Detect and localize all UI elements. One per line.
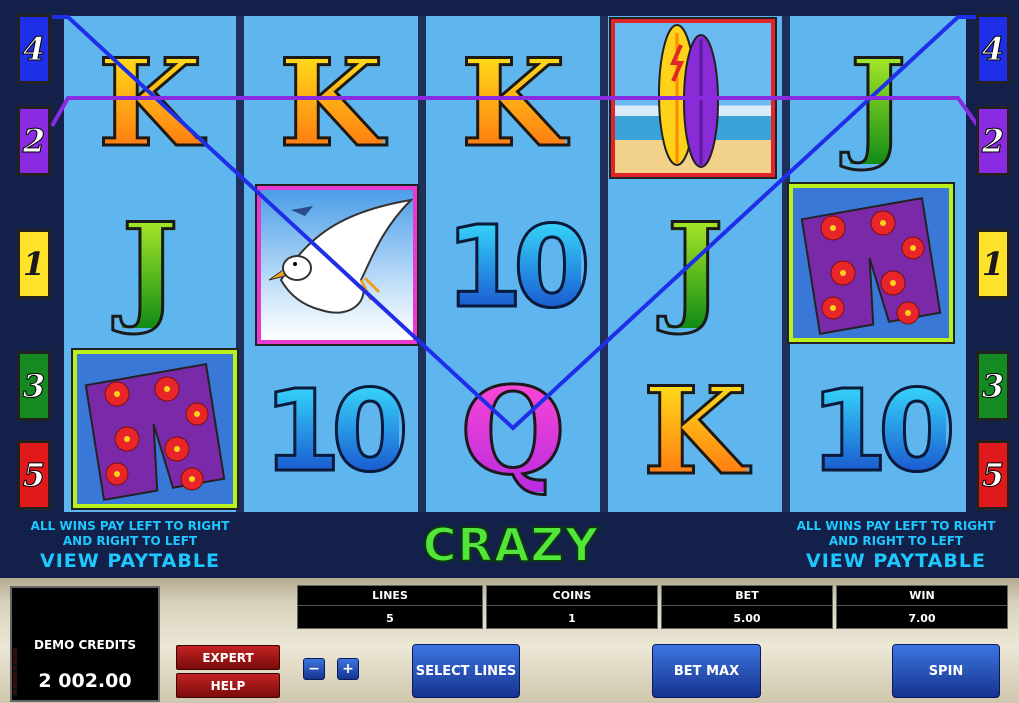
rules-right-line2: AND RIGHT TO LEFT [828,534,964,548]
rules-right-line1: ALL WINS PAY LEFT TO RIGHT [796,519,996,533]
coins-value: 1 [568,612,576,625]
payline-badge-left-3[interactable]: 3 [17,351,51,421]
lines-value: 5 [386,612,394,625]
win-value: 7.00 [908,612,936,625]
expert-button[interactable]: EXPERT [176,645,280,670]
coins-display: COINS 1 [486,585,658,629]
payline-badge-right-3[interactable]: 3 [976,351,1010,421]
payline-badge-right-5[interactable]: 5 [976,440,1010,510]
payline-badge-right-1[interactable]: 1 [976,229,1010,299]
winning-paylines [50,15,980,431]
rules-right: ALL WINS PAY LEFT TO RIGHT AND RIGHT TO … [776,519,1016,573]
rules-left: ALL WINS PAY LEFT TO RIGHT AND RIGHT TO … [10,519,250,573]
view-paytable-right-link[interactable]: VIEW PAYTABLE [776,549,1016,573]
help-button[interactable]: HELP [176,673,280,698]
spin-button[interactable]: SPIN [892,644,1000,698]
payline-badge-right-4[interactable]: 4 [976,14,1010,84]
lines-separator [298,605,482,606]
credits-label: DEMO CREDITS [34,638,136,652]
payline-badge-left-2[interactable]: 2 [17,106,51,176]
led-indicator [13,648,17,696]
payline-badge-left-5[interactable]: 5 [17,440,51,510]
bet-label: BET [735,589,759,602]
credits-value: 2 002.00 [38,670,132,692]
rules-left-line2: AND RIGHT TO LEFT [62,534,198,548]
game-area: K K K J J 10 J 10 Q K 10 4 2 1 3 5 4 2 1… [0,0,1019,627]
select-lines-button[interactable]: SELECT LINES [412,644,520,698]
coins-separator [487,605,657,606]
payline-4 [52,15,978,431]
lines-display: LINES 5 [297,585,483,629]
bet-value: 5.00 [733,612,761,625]
win-label: WIN [909,589,935,602]
plus-button[interactable]: + [337,658,359,680]
payline-2 [50,96,980,128]
lines-label: LINES [372,589,408,602]
rules-left-line1: ALL WINS PAY LEFT TO RIGHT [30,519,230,533]
win-display: WIN 7.00 [836,585,1008,629]
payline-badge-left-1[interactable]: 1 [17,229,51,299]
coins-label: COINS [552,589,592,602]
win-separator [837,605,1007,606]
bet-max-button[interactable]: BET MAX [652,644,761,698]
payline-badge-left-4[interactable]: 4 [17,14,51,84]
minus-button[interactable]: − [303,658,325,680]
credits-display: DEMO CREDITS 2 002.00 [10,586,160,702]
view-paytable-left-link[interactable]: VIEW PAYTABLE [10,549,250,573]
payline-badge-right-2[interactable]: 2 [976,106,1010,176]
bet-separator [662,605,832,606]
bet-display: BET 5.00 [661,585,833,629]
